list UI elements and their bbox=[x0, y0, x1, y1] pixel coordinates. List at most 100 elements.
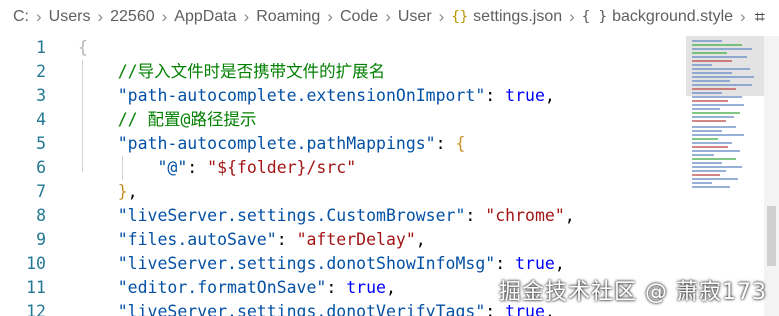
code-line[interactable]: 2 //导入文件时是否携带文件的扩展名 bbox=[0, 60, 686, 84]
code-token: true bbox=[515, 254, 555, 273]
minimap-line bbox=[692, 154, 714, 156]
chevron-right-icon: › bbox=[243, 7, 250, 26]
minimap-line bbox=[692, 150, 740, 152]
code-line[interactable]: 10 "liveServer.settings.donotShowInfoMsg… bbox=[0, 252, 686, 276]
line-number: 11 bbox=[26, 278, 46, 297]
minimap-line bbox=[692, 146, 728, 148]
code-token: , bbox=[127, 182, 138, 201]
minimap-line bbox=[692, 126, 736, 128]
line-content: "editor.formatOnSave": true, bbox=[78, 276, 396, 300]
code-token: "liveServer.settings.donotVerifyTags" bbox=[78, 302, 486, 316]
minimap-line bbox=[692, 116, 734, 118]
chevron-right-icon: › bbox=[740, 7, 746, 26]
chevron-right-icon: › bbox=[385, 7, 391, 26]
minimap-line bbox=[692, 158, 736, 160]
minimap-line bbox=[692, 92, 722, 94]
code-token: "@" bbox=[78, 158, 188, 177]
code-line[interactable]: 7 }, bbox=[0, 180, 686, 204]
chevron-right-icon: › bbox=[327, 7, 333, 26]
minimap-line bbox=[692, 64, 712, 66]
code-token: "chrome" bbox=[485, 206, 565, 225]
json-file-icon: {} bbox=[451, 9, 469, 25]
breadcrumb-item[interactable]: Code bbox=[340, 8, 378, 26]
code-token: { bbox=[455, 134, 466, 153]
code-line[interactable]: 3 "path-autocomplete.extensionOnImport":… bbox=[0, 84, 686, 108]
line-number: 5 bbox=[36, 134, 46, 153]
minimap-line bbox=[692, 84, 752, 86]
minimap-line bbox=[692, 130, 722, 132]
chevron-right-icon: › bbox=[36, 7, 42, 26]
minimap-line bbox=[692, 48, 752, 50]
code-token: true bbox=[346, 278, 386, 297]
minimap-line bbox=[692, 68, 750, 70]
code-token: } bbox=[78, 182, 128, 201]
code-token: , bbox=[554, 254, 565, 273]
code-token: : bbox=[276, 230, 297, 249]
minimap-line bbox=[692, 112, 740, 114]
code-token: : bbox=[465, 206, 486, 225]
code-line[interactable]: 6 "@": "${folder}/src" bbox=[0, 156, 686, 180]
breadcrumb-item[interactable]: Roaming bbox=[256, 8, 320, 26]
line-number: 12 bbox=[26, 302, 46, 316]
minimap-line bbox=[692, 170, 726, 172]
code-token: "path-autocomplete.pathMappings" bbox=[78, 134, 436, 153]
code-line[interactable]: 8 "liveServer.settings.CustomBrowser": "… bbox=[0, 204, 686, 228]
code-token: : bbox=[187, 158, 208, 177]
code-token: "afterDelay" bbox=[296, 230, 416, 249]
code-token: : bbox=[435, 134, 456, 153]
minimap-line bbox=[692, 44, 742, 46]
line-content: "path-autocomplete.extensionOnImport": t… bbox=[78, 84, 555, 108]
code-token: , bbox=[385, 278, 396, 297]
line-content: "liveServer.settings.donotShowInfoMsg": … bbox=[78, 252, 565, 276]
line-content: "path-autocomplete.pathMappings": { bbox=[78, 132, 466, 156]
minimap-line bbox=[692, 134, 744, 136]
code-token: : bbox=[485, 86, 506, 105]
line-content: "@": "${folder}/src" bbox=[78, 156, 356, 180]
watermark: 掘金技术社区 @ 萧寂173 bbox=[499, 280, 767, 305]
breadcrumb-item[interactable]: 22560 bbox=[110, 8, 155, 26]
line-number: 2 bbox=[36, 62, 46, 81]
minimap-line bbox=[692, 72, 732, 74]
breadcrumb-object[interactable]: background.style bbox=[612, 8, 733, 26]
breadcrumb-item[interactable]: Users bbox=[49, 8, 91, 26]
line-number: 3 bbox=[36, 86, 46, 105]
chevron-right-icon: › bbox=[97, 7, 104, 26]
breadcrumb-file[interactable]: settings.json bbox=[473, 8, 562, 26]
code-line[interactable]: 1{ bbox=[0, 36, 686, 60]
line-number: 6 bbox=[36, 158, 46, 177]
code-line[interactable]: 4 // 配置@路径提示 bbox=[0, 108, 686, 132]
code-token: "liveServer.settings.donotShowInfoMsg" bbox=[78, 254, 496, 273]
breadcrumb-item[interactable]: C: bbox=[13, 8, 29, 26]
minimap-line bbox=[692, 174, 720, 176]
line-content: "liveServer.settings.donotVerifyTags": t… bbox=[78, 300, 555, 316]
code-token: : bbox=[326, 278, 347, 297]
minimap-line bbox=[692, 142, 732, 144]
breadcrumb-item[interactable]: User bbox=[398, 8, 432, 26]
minimap-line bbox=[692, 80, 730, 82]
line-content: "files.autoSave": "afterDelay", bbox=[78, 228, 426, 252]
scrollbar-thumb[interactable] bbox=[767, 206, 776, 266]
minimap-line bbox=[692, 88, 736, 90]
code-token: true bbox=[505, 86, 545, 105]
code-line[interactable]: 9 "files.autoSave": "afterDelay", bbox=[0, 228, 686, 252]
minimap-line bbox=[692, 186, 730, 188]
code-token: // 配置@路径提示 bbox=[78, 110, 257, 129]
minimap-line bbox=[692, 104, 744, 106]
line-content: { bbox=[78, 36, 88, 60]
minimap-line bbox=[692, 178, 738, 180]
minimap-line bbox=[692, 76, 754, 78]
code-line[interactable]: 5 "path-autocomplete.pathMappings": { bbox=[0, 132, 686, 156]
line-content: "liveServer.settings.CustomBrowser": "ch… bbox=[78, 204, 575, 228]
object-icon: { } bbox=[581, 9, 608, 25]
line-number: 10 bbox=[26, 254, 46, 273]
line-number: 8 bbox=[36, 206, 46, 225]
code-token: "${folder}/src" bbox=[207, 158, 357, 177]
code-token: , bbox=[544, 86, 555, 105]
breadcrumb-item[interactable]: AppData bbox=[174, 8, 236, 26]
property-hash-icon: ⌗ bbox=[754, 6, 765, 27]
chevron-right-icon: › bbox=[438, 7, 445, 26]
minimap-line bbox=[692, 52, 727, 54]
code-token: , bbox=[564, 206, 575, 225]
minimap-line bbox=[692, 100, 728, 102]
code-token: , bbox=[415, 230, 426, 249]
